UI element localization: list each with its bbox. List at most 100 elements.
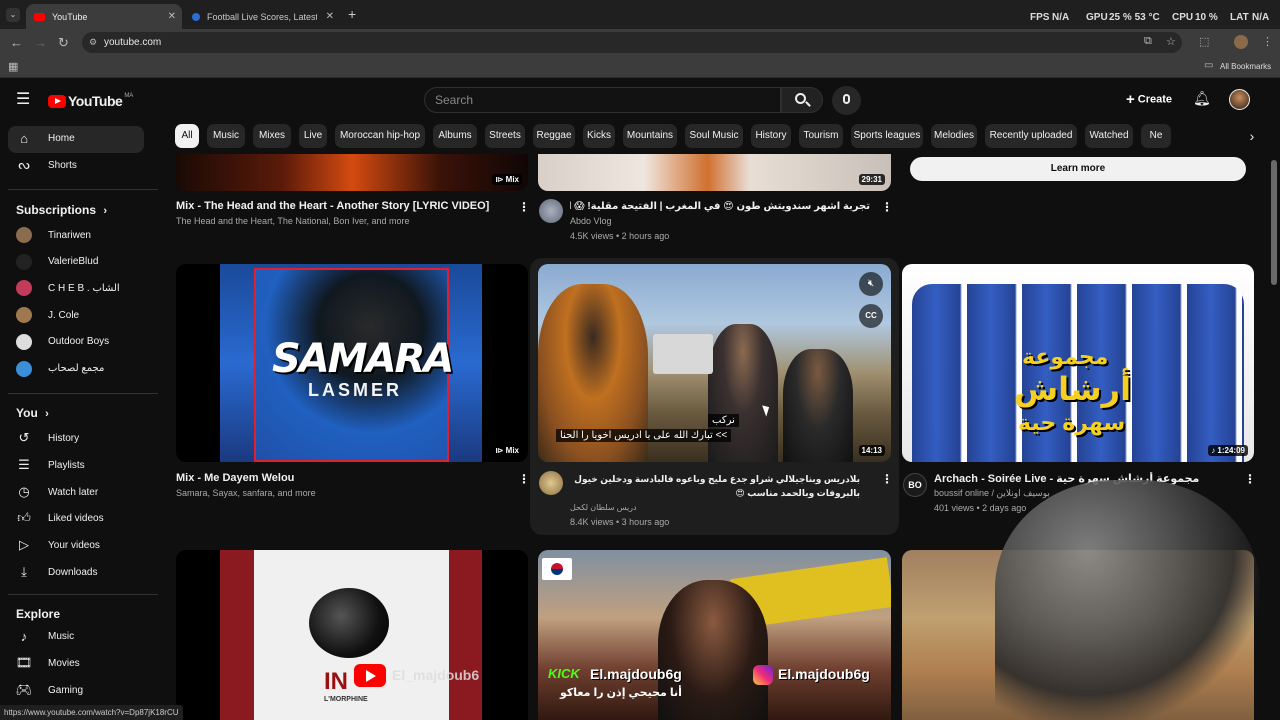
all-bookmarks-link[interactable]: All Bookmarks xyxy=(1220,62,1271,71)
tab-title: Football Live Scores, Latest Foo xyxy=(207,11,317,22)
filter-chip[interactable]: Reggae xyxy=(533,124,575,148)
sidebar-item-liked-videos[interactable]: 👍︎ Liked videos xyxy=(16,510,146,526)
filter-chip[interactable]: Live xyxy=(299,124,327,148)
browser-menu-icon[interactable]: ⋮ xyxy=(1262,35,1273,48)
sidebar-item-subscription[interactable]: مجمع لصحاب xyxy=(16,360,146,377)
video-thumbnail[interactable]: 29:31 xyxy=(538,154,891,191)
filter-chip[interactable]: History xyxy=(751,124,791,148)
more-actions-icon[interactable]: ⋮ xyxy=(1244,472,1256,486)
more-actions-icon[interactable]: ⋮ xyxy=(881,472,893,486)
filter-chip[interactable]: Albums xyxy=(433,124,477,148)
youtube-play-icon xyxy=(48,94,66,108)
profile-avatar[interactable] xyxy=(1234,35,1248,49)
video-thumbnail[interactable]: مجموعة أرشاش سهرة حية ♪ 1:24:09 xyxy=(902,264,1254,462)
tab-search-icon[interactable]: ⌄ xyxy=(6,8,20,22)
filter-chip[interactable]: Moroccan hip-hop xyxy=(335,124,425,148)
apps-grid-icon[interactable]: ▦ xyxy=(8,60,18,73)
video-title[interactable]: تجربة اشهر سندويتش طون 😍 في المغرب | الف… xyxy=(570,201,870,212)
chips-next-button[interactable]: › xyxy=(1240,124,1264,148)
site-info-icon[interactable]: ⚙ xyxy=(89,32,97,53)
channel-avatar xyxy=(16,360,32,377)
notifications-bell-icon[interactable]: 🔔︎ xyxy=(1193,90,1211,107)
filter-chip[interactable]: Mixes xyxy=(253,124,291,148)
close-tab-icon[interactable]: ✕ xyxy=(326,11,334,22)
filter-chip[interactable]: Mountains xyxy=(623,124,677,148)
filter-chip[interactable]: Ne xyxy=(1141,124,1171,148)
sidebar-item-subscription[interactable]: Tinariwen xyxy=(16,227,146,243)
channel-avatar[interactable] xyxy=(539,199,563,223)
channel-avatar[interactable]: BO xyxy=(903,473,927,497)
sidebar-item-history[interactable]: ↺ History xyxy=(16,430,146,446)
filter-chip[interactable]: Recently uploaded xyxy=(985,124,1077,148)
video-title[interactable]: بلادريس وبناجيلالي شراو جدع مليح وباعوه … xyxy=(570,472,860,500)
reload-icon[interactable]: ↻ xyxy=(58,35,69,51)
sidebar-item-subscription[interactable]: C H E B . الشاب xyxy=(16,280,146,297)
video-subtitle[interactable]: The Head and the Heart, The National, Bo… xyxy=(176,216,506,226)
filter-chip[interactable]: Kicks xyxy=(583,124,615,148)
video-title[interactable]: Mix - The Head and the Heart - Another S… xyxy=(176,200,506,212)
learn-more-button[interactable]: Learn more xyxy=(910,157,1246,181)
filter-chip[interactable]: Tourism xyxy=(799,124,843,148)
hamburger-menu-icon[interactable]: ☰ xyxy=(16,89,30,109)
mute-button[interactable]: 🔇︎ xyxy=(859,272,883,296)
create-button[interactable]: + Create xyxy=(1118,85,1180,114)
search-input[interactable]: Search xyxy=(424,87,781,113)
tab-youtube[interactable]: YouTube ✕ xyxy=(26,4,182,29)
sidebar-item-home[interactable]: ⌂ Home xyxy=(16,130,146,146)
fps-value: N/A xyxy=(1052,12,1070,23)
channel-avatar[interactable] xyxy=(539,471,563,495)
sidebar-item-music[interactable]: ♪ Music xyxy=(16,628,146,644)
voice-search-button[interactable] xyxy=(832,86,861,115)
video-title[interactable]: Archach - Soirée Live - مجموعة أرشاش سهر… xyxy=(934,472,1224,485)
sidebar-item-movies[interactable]: 🎞︎ Movies xyxy=(16,655,146,671)
sidebar-item-label: Liked videos xyxy=(48,512,104,524)
more-actions-icon[interactable]: ⋮ xyxy=(518,472,530,486)
microphone-icon xyxy=(843,94,850,104)
sidebar-item-watch-later[interactable]: ◷ Watch later xyxy=(16,484,146,500)
video-thumbnail[interactable]: KICK El.majdoub6g El.majdoub6g أنا محيحي… xyxy=(538,550,891,720)
bookmark-star-icon[interactable]: ☆ xyxy=(1166,35,1176,48)
search-button[interactable] xyxy=(781,87,823,113)
filter-chip[interactable]: Music xyxy=(207,124,245,148)
sidebar-item-subscription[interactable]: ValerieBlud xyxy=(16,253,146,270)
sidebar-item-shorts[interactable]: ᔓ Shorts xyxy=(16,157,146,173)
install-app-icon[interactable]: ⧉ xyxy=(1144,35,1152,48)
extensions-icon[interactable]: ⬚ xyxy=(1199,35,1209,48)
filter-chip[interactable]: Streets xyxy=(485,124,525,148)
sidebar-item-playlists[interactable]: ☰ Playlists xyxy=(16,457,146,473)
channel-name[interactable]: Abdo Vlog xyxy=(570,216,612,226)
channel-name[interactable]: دريس سلطان لكحل xyxy=(570,503,637,512)
sidebar-item-gaming[interactable]: 🎮︎ Gaming xyxy=(16,682,146,698)
video-preview[interactable]: 🔇︎ CC نركب >> تبارك الله على با ادريس اخ… xyxy=(538,264,891,462)
youtube-logo[interactable]: YouTube MA xyxy=(48,91,133,111)
album-art-subtitle: L'MORPHINE xyxy=(324,696,368,703)
filter-chip[interactable]: All xyxy=(175,124,199,148)
video-title[interactable]: Mix - Me Dayem Welou xyxy=(176,472,506,484)
forward-icon[interactable]: → xyxy=(34,35,47,50)
tab-football[interactable]: Football Live Scores, Latest Foo ✕ xyxy=(184,4,340,29)
filter-chip[interactable]: Soul Music xyxy=(685,124,743,148)
you-heading[interactable]: You › xyxy=(16,406,49,420)
filter-chip[interactable]: Sports leagues xyxy=(851,124,923,148)
page-scrollbar[interactable] xyxy=(1271,160,1277,285)
video-thumbnail[interactable]: IN L'MORPHINE xyxy=(176,550,528,720)
close-tab-icon[interactable]: ✕ xyxy=(168,11,176,22)
video-thumbnail[interactable]: ⧐ Mix xyxy=(176,154,528,191)
back-icon[interactable]: ← xyxy=(10,35,23,50)
more-actions-icon[interactable]: ⋮ xyxy=(518,200,530,214)
filter-chip[interactable]: Watched xyxy=(1085,124,1133,148)
sidebar-item-subscription[interactable]: Outdoor Boys xyxy=(16,333,146,350)
subscriptions-heading[interactable]: Subscriptions › xyxy=(16,203,107,217)
sidebar-item-subscription[interactable]: J. Cole xyxy=(16,307,146,324)
captions-button[interactable]: CC xyxy=(859,304,883,328)
url-field[interactable]: ⚙ youtube.com xyxy=(82,32,1182,53)
sidebar-item-downloads[interactable]: ⤓ Downloads xyxy=(16,564,146,580)
filter-chip[interactable]: Melodies xyxy=(931,124,977,148)
more-actions-icon[interactable]: ⋮ xyxy=(881,200,893,214)
sidebar-item-your-videos[interactable]: ▷ Your videos xyxy=(16,537,146,553)
video-subtitle[interactable]: Samara, Sayax, sanfara, and more xyxy=(176,488,506,498)
account-avatar[interactable] xyxy=(1229,89,1250,110)
new-tab-button[interactable]: + xyxy=(348,6,356,22)
video-thumbnail[interactable]: SAMARA LASMER ⧐ Mix xyxy=(176,264,528,462)
sidebar-item-label: Outdoor Boys xyxy=(48,336,110,348)
